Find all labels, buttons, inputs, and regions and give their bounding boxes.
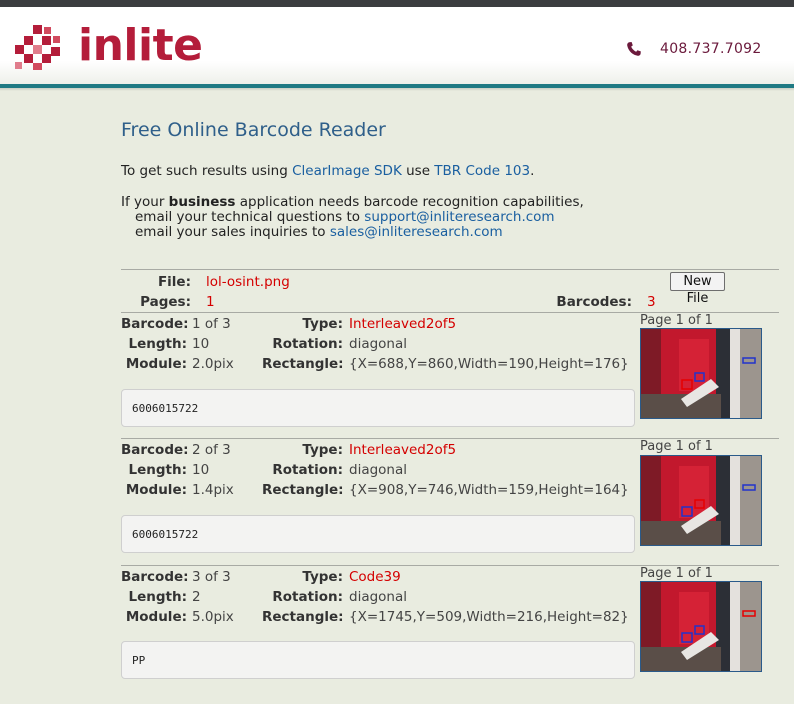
rotation-label: Rotation: [272, 336, 343, 352]
phone-icon [627, 42, 641, 56]
length-label: Length: [128, 462, 188, 478]
phone-contact[interactable]: 408.737.7092 [626, 39, 762, 59]
type-label: Type: [302, 442, 343, 458]
decoded-text-box[interactable]: PP [121, 641, 635, 679]
business-line-post: application needs barcode recognition ca… [235, 194, 584, 210]
page-thumbnail[interactable] [640, 328, 762, 419]
sales-line-text: email your sales inquiries to [135, 224, 330, 240]
tbr-code-link[interactable]: TBR Code 103 [434, 163, 530, 179]
page-title: Free Online Barcode Reader [121, 119, 386, 141]
file-name: lol-osint.png [206, 274, 290, 290]
sdk-line-mid: use [401, 163, 435, 179]
pages-label: Pages: [140, 294, 191, 310]
module-value: 1.4pix [192, 482, 234, 498]
barcode-label: Barcode: [121, 569, 189, 585]
clearimage-sdk-link[interactable]: ClearImage SDK [292, 163, 402, 179]
barcode-label: Barcode: [121, 316, 189, 332]
sales-email-link[interactable]: sales@inliteresearch.com [330, 224, 503, 240]
thumbnail-image [641, 582, 761, 671]
module-value: 5.0pix [192, 609, 234, 625]
new-file-button[interactable]: New File [670, 272, 725, 306]
module-label: Module: [125, 609, 187, 625]
sdk-line-end: . [530, 163, 535, 179]
divider [121, 269, 779, 270]
decoded-text-box[interactable]: 6006015722 [121, 389, 635, 427]
page-caption: Page 1 of 1 [640, 313, 713, 328]
type-label: Type: [302, 316, 343, 332]
type-value: Interleaved2of5 [349, 442, 457, 458]
barcodes-value: 3 [647, 294, 656, 310]
page-caption: Page 1 of 1 [640, 439, 713, 454]
type-label: Type: [302, 569, 343, 585]
type-value: Interleaved2of5 [349, 316, 457, 332]
sales-line: email your sales inquiries to sales@inli… [135, 224, 503, 240]
inlite-mark-icon [15, 25, 60, 70]
barcode-index: 1 of 3 [192, 316, 231, 332]
file-label: File: [157, 274, 191, 290]
support-line: email your technical questions to suppor… [135, 209, 555, 225]
phone-number[interactable]: 408.737.7092 [660, 41, 762, 57]
rectangle-value: {X=1745,Y=509,Width=216,Height=82} [349, 609, 629, 625]
decoded-text-box[interactable]: 6006015722 [121, 515, 635, 553]
barcode-label: Barcode: [121, 442, 189, 458]
rotation-value: diagonal [349, 336, 408, 352]
rotation-label: Rotation: [272, 462, 343, 478]
browser-top-bar [0, 0, 794, 7]
page-caption: Page 1 of 1 [640, 566, 713, 581]
barcode-index: 3 of 3 [192, 569, 231, 585]
thumbnail-image [641, 456, 761, 545]
module-label: Module: [125, 482, 187, 498]
rectangle-label: Rectangle: [262, 609, 344, 625]
inlite-logo[interactable]: inlite [15, 21, 203, 75]
logo-wordmark: inlite [78, 20, 203, 71]
thumbnail-image [641, 329, 761, 418]
length-label: Length: [128, 589, 188, 605]
page-thumbnail[interactable] [640, 455, 762, 546]
rectangle-value: {X=908,Y=746,Width=159,Height=164} [349, 482, 629, 498]
pages-value: 1 [206, 294, 215, 310]
rotation-label: Rotation: [272, 589, 343, 605]
barcode-index: 2 of 3 [192, 442, 231, 458]
support-line-text: email your technical questions to [135, 209, 365, 225]
module-value: 2.0pix [192, 356, 234, 372]
sdk-line: To get such results using ClearImage SDK… [121, 163, 534, 179]
rotation-value: diagonal [349, 589, 408, 605]
rectangle-value: {X=688,Y=860,Width=190,Height=176} [349, 356, 629, 372]
length-value: 2 [192, 589, 201, 605]
business-word: business [168, 194, 236, 210]
support-email-link[interactable]: support@inliteresearch.com [364, 209, 554, 225]
sdk-line-text: To get such results using [121, 163, 293, 179]
business-line-pre: If your [121, 194, 169, 210]
barcodes-label: Barcodes: [556, 294, 632, 310]
type-value: Code39 [349, 569, 401, 585]
rectangle-label: Rectangle: [262, 356, 344, 372]
length-label: Length: [128, 336, 188, 352]
length-value: 10 [192, 336, 210, 352]
business-line: If your business application needs barco… [121, 194, 584, 210]
header-shadow [0, 88, 794, 91]
module-label: Module: [125, 356, 187, 372]
rectangle-label: Rectangle: [262, 482, 344, 498]
length-value: 10 [192, 462, 210, 478]
page-thumbnail[interactable] [640, 581, 762, 672]
rotation-value: diagonal [349, 462, 408, 478]
